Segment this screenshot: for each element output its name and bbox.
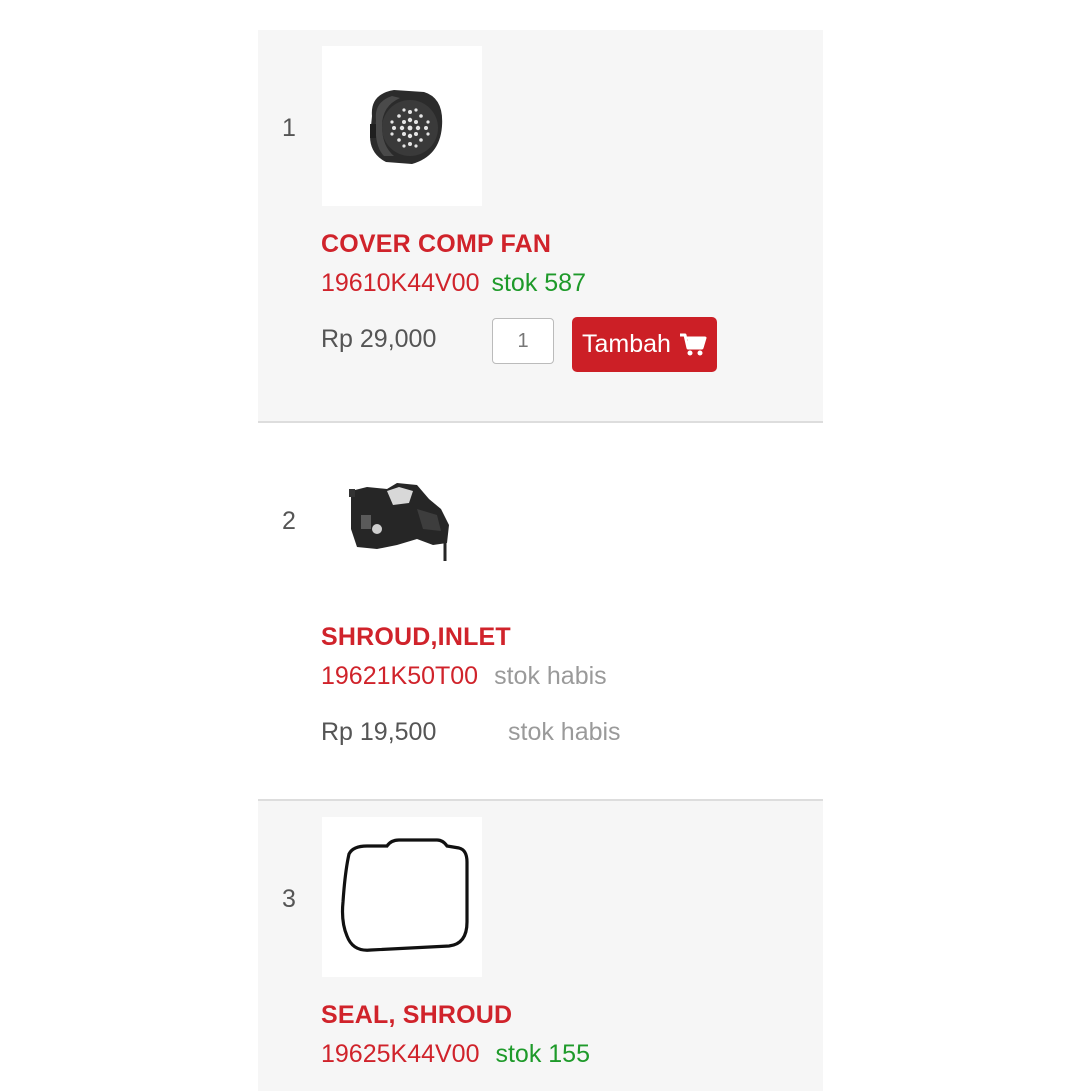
stock-status: stok 155 — [495, 1040, 590, 1068]
out-of-stock-label: stok habis — [508, 718, 621, 746]
code-line: 19610K44V00 stok 587 — [321, 269, 586, 298]
product-image[interactable] — [322, 439, 482, 599]
product-code: 19625K44V00 — [321, 1040, 480, 1068]
product-name[interactable]: SHROUD,INLET — [321, 623, 511, 652]
add-button-label: Tambah — [582, 330, 671, 358]
product-price: Rp 19,500 — [321, 718, 437, 746]
code-line: 19625K44V00 stok 155 — [321, 1040, 590, 1069]
product-code: 19610K44V00 — [321, 269, 480, 297]
add-to-cart-button[interactable]: Tambah — [572, 317, 717, 372]
product-row: 3 SEAL, SHROUD 19625K44V00 stok 155 — [258, 801, 823, 1091]
row-index: 3 — [282, 885, 296, 913]
shroud-inlet-image — [349, 483, 449, 561]
product-row: 2 SHROUD,INLET 19621K50T00 stok habis Rp … — [258, 423, 823, 799]
code-line: 19621K50T00 stok habis — [321, 662, 607, 691]
product-code: 19621K50T00 — [321, 662, 479, 690]
product-list: 1 COVER COMP FAN 19610K44V00 stok 587 Rp… — [258, 30, 823, 1091]
product-name[interactable]: SEAL, SHROUD — [321, 1001, 512, 1030]
stock-status: stok 587 — [491, 269, 586, 297]
row-index: 1 — [282, 114, 296, 142]
seal-shroud-image — [340, 838, 469, 952]
product-price: Rp 29,000 — [321, 325, 437, 353]
product-image[interactable] — [322, 817, 482, 977]
cart-icon — [679, 333, 707, 355]
fan-cover-image — [370, 90, 443, 164]
row-index: 2 — [282, 507, 296, 535]
product-row: 1 COVER COMP FAN 19610K44V00 stok 587 Rp… — [258, 30, 823, 421]
product-name[interactable]: COVER COMP FAN — [321, 230, 551, 259]
product-image[interactable] — [322, 46, 482, 206]
quantity-input[interactable] — [492, 318, 554, 364]
stock-status: stok habis — [494, 662, 607, 690]
